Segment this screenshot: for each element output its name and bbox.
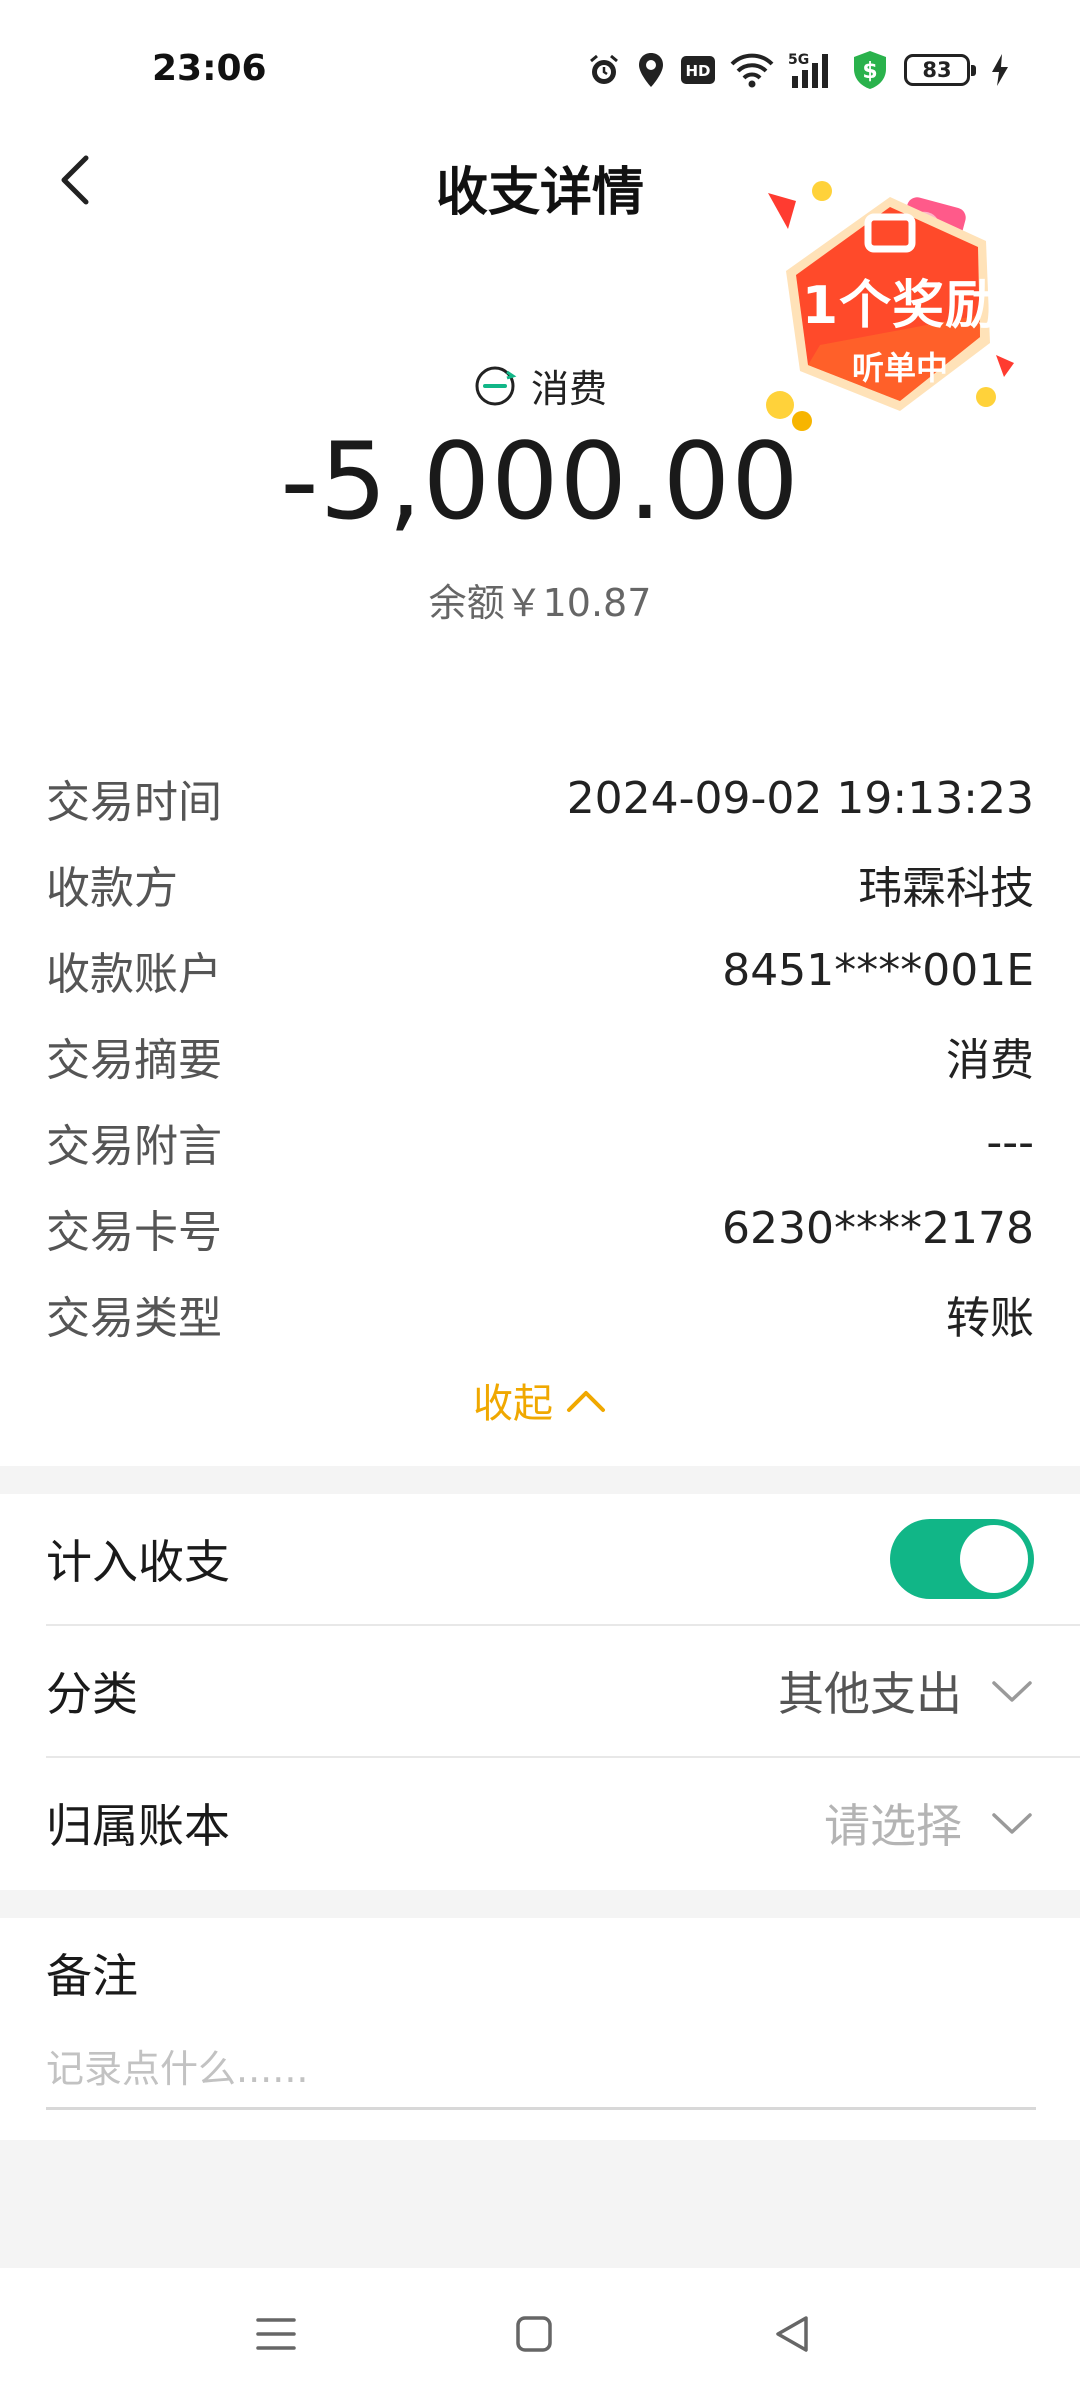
detail-row-postscript: 交易附言 --- (46, 1099, 1034, 1185)
menu-button[interactable] (236, 2304, 316, 2364)
bottom-filler (0, 2140, 1080, 2268)
detail-value: 6230****2178 (722, 1202, 1034, 1254)
expense-icon (475, 366, 517, 405)
detail-row-payee-account: 收款账户 8451****001E (46, 927, 1034, 1013)
category-label: 分类 (46, 1667, 138, 1721)
ledger-label: 归属账本 (46, 1799, 230, 1853)
transaction-type: 消费 (0, 358, 1080, 413)
section-divider (0, 1890, 1080, 1918)
screen: 23:06 HD 5G $ 83 收支详情 1个奖励 听单中 消费 -5,000… (0, 0, 1080, 2400)
category-row[interactable]: 分类 其他支出 (46, 1626, 1080, 1756)
toggle-knob (960, 1525, 1028, 1593)
remark-input[interactable] (46, 2030, 1036, 2110)
detail-value: 玮霖科技 (858, 863, 1034, 914)
account-balance: 余额￥10.87 (428, 581, 652, 625)
remark-label: 备注 (46, 1949, 138, 2003)
back-nav-button[interactable] (752, 2304, 832, 2364)
menu-icon (256, 2318, 296, 2350)
battery-icon: 83 (904, 54, 976, 86)
svg-text:$: $ (862, 59, 877, 84)
transaction-amount: -5,000.00 (280, 420, 800, 543)
detail-value: 消费 (946, 1035, 1034, 1086)
collapse-label: 收起 (473, 1381, 553, 1427)
detail-label: 交易类型 (46, 1293, 222, 1344)
detail-label: 交易附言 (46, 1121, 222, 1172)
detail-value: 2024-09-02 19:13:23 (566, 772, 1034, 824)
detail-row-type: 交易类型 转账 (46, 1271, 1034, 1357)
location-icon (636, 51, 666, 89)
back-triangle-icon (776, 2316, 808, 2352)
detail-value: 8451****001E (722, 944, 1034, 996)
detail-value: 转账 (946, 1293, 1034, 1344)
status-time: 23:06 (152, 48, 267, 89)
shield-dollar-icon: $ (850, 49, 890, 91)
category-select[interactable]: 其他支出 (778, 1658, 1034, 1724)
detail-label: 交易摘要 (46, 1035, 222, 1086)
category-value: 其他支出 (778, 1667, 962, 1721)
detail-label: 收款账户 (46, 949, 222, 1000)
svg-text:HD: HD (685, 62, 710, 80)
detail-row-time: 交易时间 2024-09-02 19:13:23 (46, 755, 1034, 841)
collapse-button[interactable]: 收起 (0, 1370, 1080, 1430)
detail-row-payee: 收款方 玮霖科技 (46, 841, 1034, 927)
section-divider (0, 1466, 1080, 1494)
detail-label: 交易时间 (46, 777, 222, 828)
svg-text:5G: 5G (788, 52, 809, 68)
chevron-down-icon (992, 1813, 1032, 1834)
hd-icon: HD (680, 55, 716, 85)
chevron-down-icon (992, 1681, 1032, 1702)
system-nav-bar (0, 2268, 1080, 2400)
detail-value: --- (986, 1116, 1034, 1168)
charging-icon (990, 53, 1010, 87)
ledger-row[interactable]: 归属账本 请选择 (46, 1758, 1080, 1888)
transaction-type-label: 消费 (530, 367, 607, 411)
alarm-icon (586, 52, 622, 88)
ledger-placeholder: 请选择 (824, 1799, 962, 1853)
chevron-up-icon (567, 1391, 605, 1412)
status-icons: HD 5G $ 83 (586, 46, 1010, 94)
home-button[interactable] (494, 2304, 574, 2364)
include-in-stats-row: 计入收支 (46, 1494, 1080, 1624)
detail-row-summary: 交易摘要 消费 (46, 1013, 1034, 1099)
status-bar: 23:06 HD 5G $ 83 (0, 0, 1080, 130)
include-in-stats-label: 计入收支 (46, 1535, 230, 1589)
home-square-icon (516, 2316, 552, 2352)
detail-label: 交易卡号 (46, 1207, 222, 1258)
5g-signal-icon: 5G (788, 50, 836, 90)
wifi-icon (730, 52, 774, 88)
detail-row-card-number: 交易卡号 6230****2178 (46, 1185, 1034, 1271)
include-in-stats-toggle[interactable] (890, 1519, 1034, 1599)
promo-title: 1个奖励 (801, 276, 999, 336)
detail-label: 收款方 (46, 863, 178, 914)
transaction-details: 交易时间 2024-09-02 19:13:23 收款方 玮霖科技 收款账户 8… (46, 755, 1034, 1357)
ledger-select[interactable]: 请选择 (824, 1790, 1034, 1856)
